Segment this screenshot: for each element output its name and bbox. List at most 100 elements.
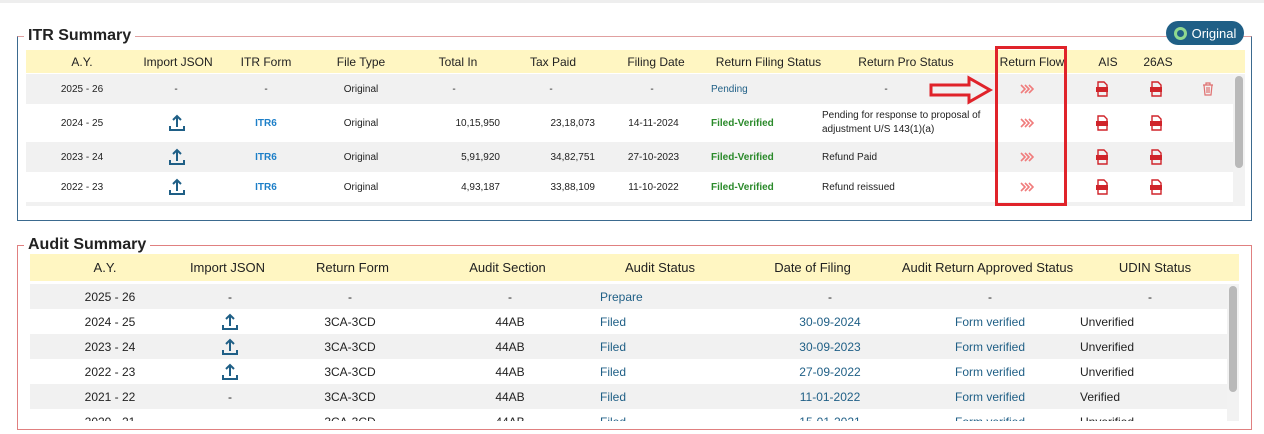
header-audit-section: Audit Section (469, 260, 546, 275)
arrow-annotation-icon (929, 75, 994, 110)
header-total-in: Total In (438, 54, 478, 69)
itr-summary-title: ITR Summary (28, 27, 132, 44)
cell-tax-paid: 23,18,073 (550, 117, 596, 129)
approved-status-link[interactable]: Form verified (945, 359, 1035, 384)
itr-form-link[interactable]: ITR6 (246, 104, 286, 142)
cell-filing-status[interactable]: Pending (711, 74, 801, 104)
audit-row: 2024 - 25 3CA-3CD 44AB Filed 30-09-2024 … (30, 309, 1227, 334)
cell-audit-section: 44AB (495, 364, 525, 379)
header-import-json: Import JSON (143, 54, 213, 69)
cell-audit-section: 44AB (495, 389, 525, 404)
cell-pro-status: - (884, 83, 888, 95)
cell-udin-status: Unverified (1080, 364, 1135, 379)
header-ay: A.Y. (93, 260, 117, 275)
original-label: Original (1191, 25, 1237, 41)
audit-status-link[interactable]: Filed (600, 384, 680, 409)
26as-pdf-icon[interactable] (1146, 142, 1166, 172)
audit-status-link[interactable]: Prepare (600, 284, 680, 309)
cell-audit-section: 44AB (495, 339, 525, 354)
cell-approved-status: - (988, 289, 992, 304)
audit-summary-title: Audit Summary (28, 236, 147, 253)
cell-audit-section: 44AB (495, 314, 525, 329)
cell-audit-section: - (508, 289, 512, 304)
cell-itr-form: - (264, 83, 268, 95)
audit-row: 2023 - 24 3CA-3CD 44AB Filed 30-09-2023 … (30, 334, 1227, 359)
cell-ay: 2023 - 24 (84, 339, 136, 354)
cell-return-form: 3CA-3CD (324, 389, 376, 404)
ais-pdf-icon[interactable] (1092, 74, 1112, 104)
header-return-form: Return Form (316, 260, 389, 275)
header-return-pro-status: Return Pro Status (858, 54, 954, 69)
header-filing-date: Filing Date (627, 54, 685, 69)
header-date-of-filing: Date of Filing (774, 260, 851, 275)
upload-icon[interactable] (166, 142, 188, 172)
approved-status-link[interactable]: Form verified (945, 334, 1035, 359)
upload-icon[interactable] (219, 334, 241, 359)
itr-form-link[interactable]: ITR6 (246, 172, 286, 202)
header-tax-paid: Tax Paid (529, 54, 577, 69)
date-of-filing-link[interactable]: 27-09-2022 (795, 359, 865, 384)
header-audit-status: Audit Status (624, 260, 696, 275)
audit-status-link[interactable]: Filed (600, 359, 680, 384)
upload-icon[interactable] (166, 172, 188, 202)
cell-filing-date: 14-11-2024 (628, 117, 679, 129)
ais-pdf-icon[interactable] (1092, 104, 1112, 142)
header-approved-status: Audit Return Approved Status (901, 260, 1074, 275)
cell-file-type: Original (343, 83, 379, 95)
cell-ay: 2024 - 25 (84, 314, 136, 329)
trash-icon[interactable] (1198, 74, 1218, 104)
date-of-filing-link[interactable]: 30-09-2023 (795, 334, 865, 359)
26as-pdf-icon[interactable] (1146, 104, 1166, 142)
toggle-icon (1173, 26, 1187, 40)
header-udin-status: UDIN Status (1118, 260, 1192, 275)
upload-icon[interactable] (219, 309, 241, 334)
cell-filing-date: 27-10-2023 (627, 151, 680, 163)
cell-filing-status: Filed-Verified (711, 117, 774, 129)
cell-udin-status: Verified (1080, 389, 1121, 404)
26as-pdf-icon[interactable] (1146, 172, 1166, 202)
cell-udin-status: Unverified (1080, 314, 1135, 329)
cell-ay: 2024 - 25 (60, 117, 104, 129)
ais-pdf-icon[interactable] (1092, 172, 1112, 202)
itr-form-link[interactable]: ITR6 (246, 142, 286, 172)
approved-status-link[interactable]: Form verified (945, 384, 1035, 409)
cell-total-in: 10,15,950 (455, 117, 501, 129)
cell-ay: 2023 - 24 (60, 151, 104, 163)
top-divider (0, 0, 1264, 3)
header-return-filing-status: Return Filing Status (715, 54, 822, 69)
cell-total-in: - (452, 83, 456, 95)
26as-pdf-icon[interactable] (1146, 74, 1166, 104)
upload-icon[interactable] (166, 104, 188, 142)
cell-return-form: 3CA-3CD (324, 314, 376, 329)
cell-udin-status: - (1148, 289, 1152, 304)
cell-filing-status: Filed-Verified (711, 151, 774, 163)
audit-scrollbar-thumb[interactable] (1229, 286, 1237, 392)
audit-row: 2021 - 22 - 3CA-3CD 44AB Filed 11-01-202… (30, 384, 1227, 409)
date-of-filing-link[interactable]: 30-09-2024 (795, 309, 865, 334)
header-ay: A.Y. (71, 54, 93, 69)
cell-tax-paid: 34,82,751 (550, 151, 596, 163)
cell-import-json: - (228, 289, 232, 304)
cell-ay: 2022 - 23 (60, 181, 104, 193)
cell-date-of-filing: - (828, 289, 832, 304)
original-toggle-button[interactable]: Original (1166, 21, 1244, 45)
cell-tax-paid: - (549, 83, 553, 95)
header-file-type: File Type (336, 54, 386, 69)
ais-pdf-icon[interactable] (1092, 142, 1112, 172)
cell-ay: 2025 - 26 (84, 289, 136, 304)
cell-udin-status: Unverified (1080, 339, 1135, 354)
audit-row: 2022 - 23 3CA-3CD 44AB Filed 27-09-2022 … (30, 359, 1227, 384)
date-of-filing-link[interactable]: 11-01-2022 (795, 384, 865, 409)
header-ais: AIS (1098, 54, 1118, 69)
header-itr-form: ITR Form (240, 54, 292, 69)
cell-pro-status: Refund Paid (822, 151, 878, 163)
audit-status-link[interactable]: Filed (600, 309, 680, 334)
header-26as: 26AS (1143, 54, 1173, 69)
cell-file-type: Original (343, 151, 379, 163)
upload-icon[interactable] (219, 359, 241, 384)
cell-return-form: 3CA-3CD (324, 364, 376, 379)
approved-status-link[interactable]: Form verified (945, 309, 1035, 334)
cell-file-type: Original (343, 117, 379, 129)
itr-scrollbar-thumb[interactable] (1235, 76, 1243, 168)
audit-status-link[interactable]: Filed (600, 334, 680, 359)
